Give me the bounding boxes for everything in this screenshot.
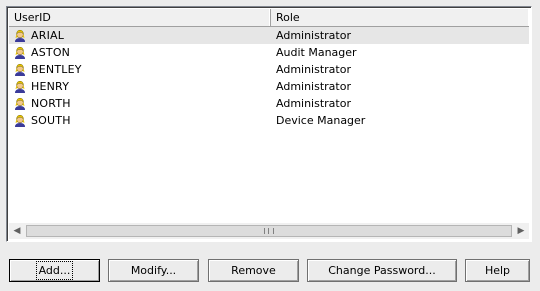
change-password-button-label: Change Password...	[328, 264, 436, 277]
role-cell: Administrator	[276, 80, 351, 93]
table-row[interactable]: ARIAL Administrator	[9, 27, 529, 44]
add-button-label: Add...	[35, 261, 74, 280]
userid-cell: NORTH	[9, 97, 271, 111]
role-cell: Administrator	[276, 29, 351, 42]
modify-button[interactable]: Modify...	[108, 259, 199, 282]
userid-cell: ARIAL	[9, 29, 271, 43]
horizontal-scrollbar[interactable]: ◀ ▶	[9, 223, 529, 239]
userid-cell: SOUTH	[9, 114, 271, 128]
column-header-userid[interactable]: UserID	[9, 9, 271, 26]
role-cell: Device Manager	[276, 114, 366, 127]
list-header: UserID Role	[9, 9, 529, 27]
userid-cell: HENRY	[9, 80, 271, 94]
arrow-left-icon: ◀	[13, 226, 21, 236]
scroll-right-button[interactable]: ▶	[513, 223, 529, 239]
scroll-track[interactable]	[25, 223, 513, 239]
add-button[interactable]: Add...	[9, 259, 100, 282]
userid-cell: ASTON	[9, 46, 271, 60]
user-icon	[15, 63, 25, 76]
grip-icon	[264, 228, 274, 234]
role-cell: Audit Manager	[276, 46, 357, 59]
userid-text: ARIAL	[31, 29, 65, 42]
userid-cell: BENTLEY	[9, 63, 271, 77]
user-icon	[15, 80, 25, 93]
scroll-thumb[interactable]	[26, 225, 512, 237]
user-icon	[15, 29, 25, 42]
userid-text: HENRY	[31, 80, 70, 93]
table-row[interactable]: HENRY Administrator	[9, 78, 529, 95]
scroll-left-button[interactable]: ◀	[9, 223, 25, 239]
userid-text: ASTON	[31, 46, 71, 59]
users-list-view[interactable]: UserID Role ARIAL Administrator ASTON Au…	[6, 6, 532, 242]
userid-text: BENTLEY	[31, 63, 82, 76]
table-row[interactable]: ASTON Audit Manager	[9, 44, 529, 61]
table-row[interactable]: NORTH Administrator	[9, 95, 529, 112]
change-password-button[interactable]: Change Password...	[307, 259, 457, 282]
modify-button-label: Modify...	[130, 264, 177, 277]
table-row[interactable]: SOUTH Device Manager	[9, 112, 529, 129]
remove-button-label: Remove	[231, 264, 276, 277]
arrow-right-icon: ▶	[517, 226, 525, 236]
remove-button[interactable]: Remove	[208, 259, 299, 282]
column-header-role[interactable]: Role	[271, 9, 529, 26]
help-button[interactable]: Help	[465, 259, 530, 282]
user-rows: ARIAL Administrator ASTON Audit Manager	[9, 27, 529, 129]
userid-text: NORTH	[31, 97, 71, 110]
user-icon	[15, 114, 25, 127]
user-icon	[15, 46, 25, 59]
action-buttons: Add... Modify... Remove Change Password.…	[9, 259, 533, 282]
user-icon	[15, 97, 25, 110]
role-cell: Administrator	[276, 63, 351, 76]
help-button-label: Help	[484, 264, 511, 277]
userid-text: SOUTH	[31, 114, 71, 127]
role-cell: Administrator	[276, 97, 351, 110]
table-row[interactable]: BENTLEY Administrator	[9, 61, 529, 78]
